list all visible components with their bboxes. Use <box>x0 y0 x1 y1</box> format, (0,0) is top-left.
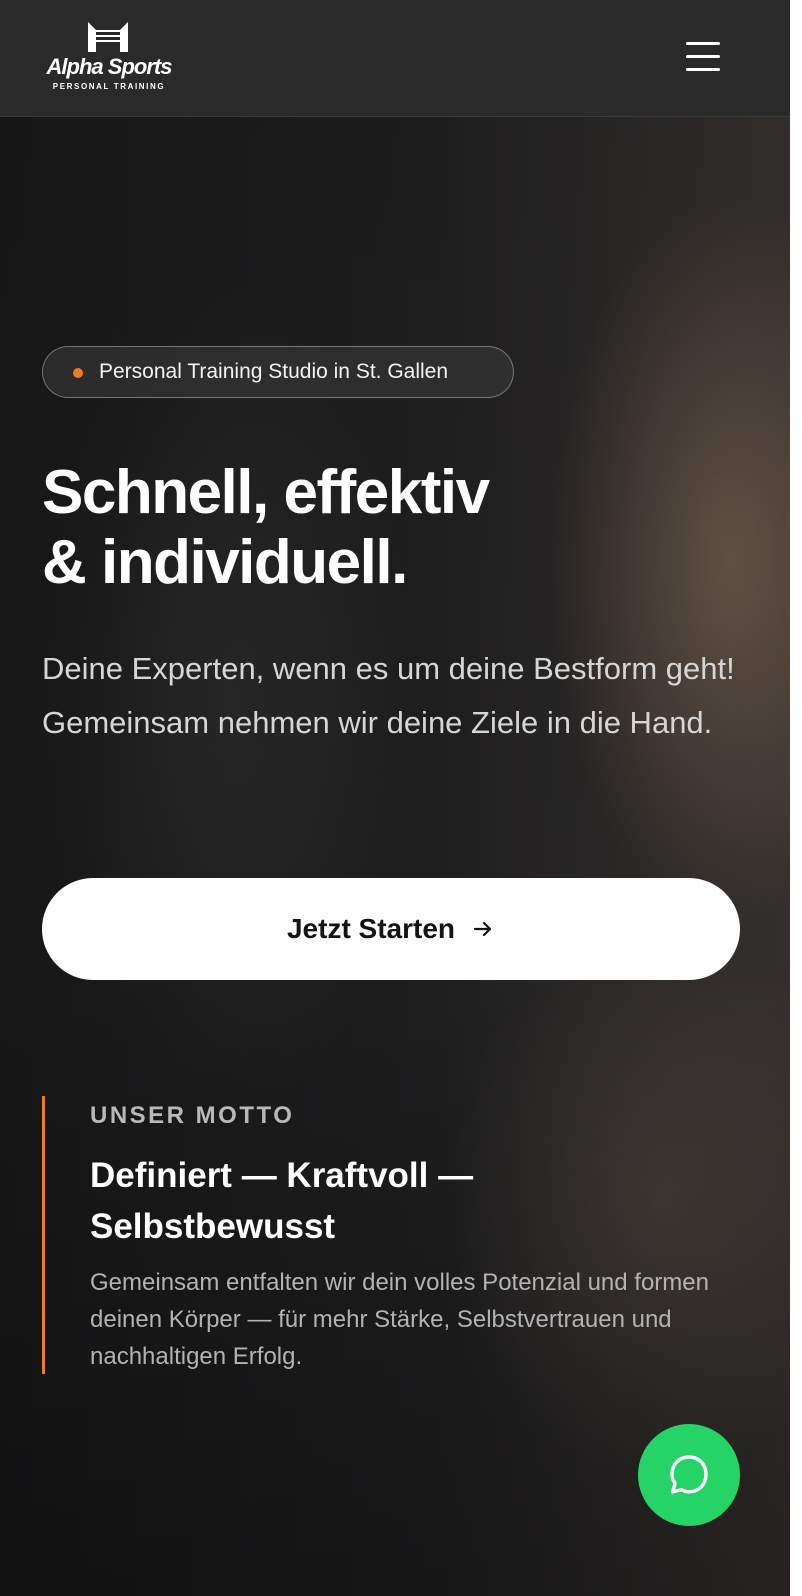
arrow-right-icon <box>473 921 492 937</box>
page-edge <box>790 0 802 1596</box>
whatsapp-chat-icon <box>670 1455 708 1494</box>
brand-logo[interactable]: Alpha Sports PERSONAL TRAINING <box>42 18 176 96</box>
hero-title-line-1: Schnell, effektiv <box>42 458 490 527</box>
hero-title: Schnell, effektiv & individuell. <box>42 458 490 598</box>
motto-accent-bar <box>42 1096 45 1374</box>
start-now-label: Jetzt Starten <box>286 913 456 944</box>
brand-name: Alpha Sports <box>46 54 173 79</box>
hero-title-line-2: & individuell. <box>42 528 408 597</box>
whatsapp-chat-button[interactable] <box>638 1424 740 1526</box>
motto-kicker: UNSER MOTTO <box>90 1102 295 1129</box>
hamburger-menu-icon[interactable] <box>684 38 724 74</box>
motto-text: Gemeinsam entfalten wir dein volles Pote… <box>90 1269 709 1370</box>
start-now-button[interactable]: Jetzt Starten <box>42 878 740 980</box>
alpha-sports-logo-icon <box>88 22 128 52</box>
badge-dot <box>73 368 83 378</box>
location-badge: Personal Training Studio in St. Gallen <box>42 346 514 398</box>
badge-text: Personal Training Studio in St. Gallen <box>99 360 449 383</box>
motto-section: UNSER MOTTO Definiert — Kraftvoll — Selb… <box>42 1096 742 1374</box>
site-header: Alpha Sports PERSONAL TRAINING <box>0 0 790 117</box>
brand-tagline: PERSONAL TRAINING <box>52 82 166 91</box>
hero-lead: Deine Experten, wenn es um deine Bestfor… <box>42 651 735 740</box>
motto-title: Definiert — Kraftvoll — Selbstbewusst <box>90 1156 474 1246</box>
